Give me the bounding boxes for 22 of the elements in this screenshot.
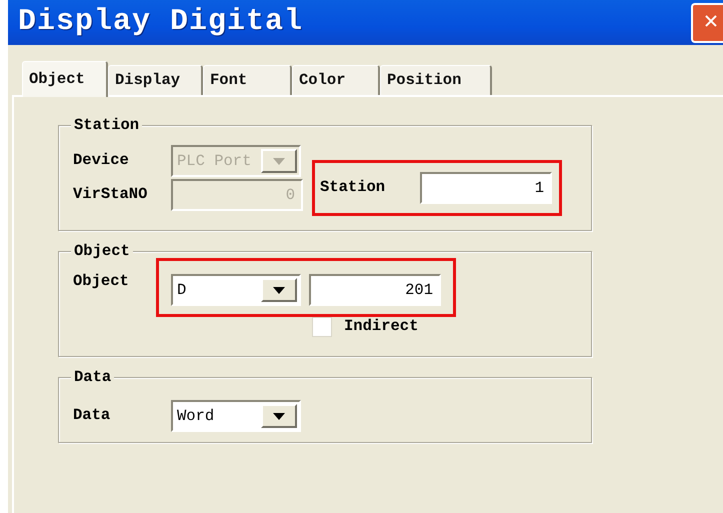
tab[interactable]: Font bbox=[203, 65, 292, 95]
tab[interactable]: Object bbox=[22, 61, 108, 97]
input-field[interactable]: 201 bbox=[309, 274, 441, 306]
close-button[interactable]: ✕ bbox=[691, 2, 723, 42]
caret-icon bbox=[273, 286, 285, 294]
caret-icon bbox=[273, 412, 285, 420]
group-title: Object bbox=[71, 241, 133, 261]
tab[interactable]: Position bbox=[380, 65, 492, 95]
object-label: Object bbox=[73, 270, 130, 292]
virstano-label: VirStaNO bbox=[73, 184, 148, 206]
tab[interactable]: Color bbox=[292, 65, 380, 95]
dropdown[interactable]: D bbox=[171, 274, 301, 306]
caret-icon bbox=[273, 158, 285, 164]
window-title: Display Digital bbox=[18, 4, 304, 41]
indirect-label: Indirect bbox=[344, 316, 418, 337]
tab[interactable]: Display bbox=[108, 65, 203, 95]
dropdown[interactable]: Word bbox=[171, 400, 301, 432]
data-label: Data bbox=[73, 405, 112, 426]
input-field[interactable]: 1 bbox=[420, 172, 552, 204]
indirect-checkbox[interactable] bbox=[312, 316, 332, 337]
device-label: Device bbox=[73, 150, 130, 172]
station-label: Station bbox=[320, 177, 386, 198]
